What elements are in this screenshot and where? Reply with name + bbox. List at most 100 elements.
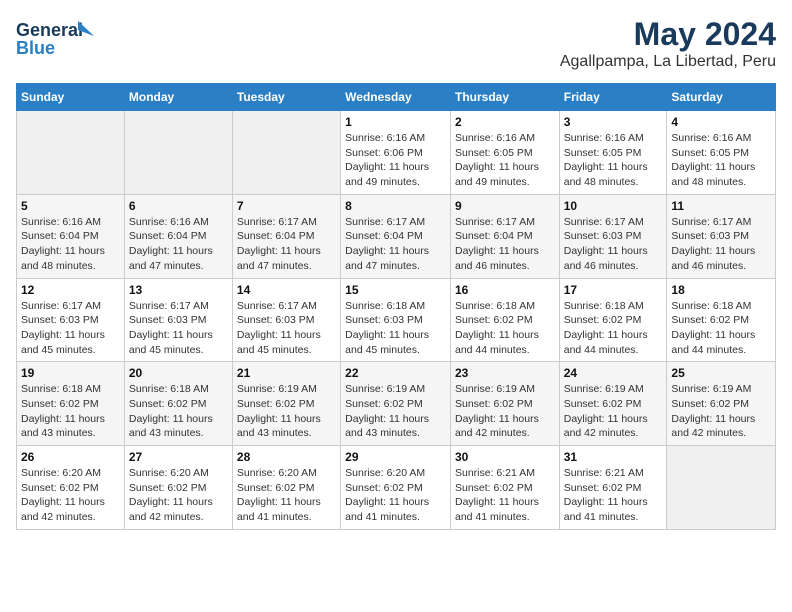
day-info: Sunrise: 6:16 AM Sunset: 6:05 PM Dayligh…: [564, 131, 663, 190]
calendar-cell: 1 Sunrise: 6:16 AM Sunset: 6:06 PM Daylig…: [341, 111, 451, 195]
day-info: Sunrise: 6:19 AM Sunset: 6:02 PM Dayligh…: [237, 382, 336, 441]
weekday-header-monday: Monday: [124, 84, 232, 111]
calendar-cell: 9 Sunrise: 6:17 AM Sunset: 6:04 PM Daylig…: [450, 194, 559, 278]
calendar-cell: 16 Sunrise: 6:18 AM Sunset: 6:02 PM Dayli…: [450, 278, 559, 362]
day-info: Sunrise: 6:16 AM Sunset: 6:06 PM Dayligh…: [345, 131, 446, 190]
logo-svg: GeneralBlue: [16, 16, 96, 60]
calendar-cell: 3 Sunrise: 6:16 AM Sunset: 6:05 PM Daylig…: [559, 111, 667, 195]
day-info: Sunrise: 6:18 AM Sunset: 6:02 PM Dayligh…: [671, 299, 771, 358]
calendar-cell: 17 Sunrise: 6:18 AM Sunset: 6:02 PM Dayli…: [559, 278, 667, 362]
day-info: Sunrise: 6:17 AM Sunset: 6:03 PM Dayligh…: [564, 215, 663, 274]
calendar-cell: 23Sunrise: 6:19 AM Sunset: 6:02 PM Dayli…: [450, 362, 559, 446]
day-info: Sunrise: 6:18 AM Sunset: 6:02 PM Dayligh…: [21, 382, 120, 441]
day-number: 10: [564, 199, 663, 213]
calendar-cell: 5Sunrise: 6:16 AM Sunset: 6:04 PM Daylig…: [17, 194, 125, 278]
calendar-cell: 8Sunrise: 6:17 AM Sunset: 6:04 PM Daylig…: [341, 194, 451, 278]
svg-text:General: General: [16, 20, 83, 40]
day-number: 12: [21, 283, 120, 297]
calendar-cell: [124, 111, 232, 195]
day-info: Sunrise: 6:18 AM Sunset: 6:02 PM Dayligh…: [455, 299, 555, 358]
day-number: 16: [455, 283, 555, 297]
weekday-header-saturday: Saturday: [667, 84, 776, 111]
title-block: May 2024 Agallpampa, La Libertad, Peru: [560, 16, 776, 71]
day-info: Sunrise: 6:17 AM Sunset: 6:04 PM Dayligh…: [237, 215, 336, 274]
day-number: 17: [564, 283, 663, 297]
calendar-cell: 30Sunrise: 6:21 AM Sunset: 6:02 PM Dayli…: [450, 446, 559, 530]
day-number: 13: [129, 283, 228, 297]
day-info: Sunrise: 6:17 AM Sunset: 6:04 PM Dayligh…: [455, 215, 555, 274]
day-info: Sunrise: 6:19 AM Sunset: 6:02 PM Dayligh…: [564, 382, 663, 441]
day-number: 7: [237, 199, 336, 213]
day-number: 2: [455, 115, 555, 129]
calendar-week-row: 5Sunrise: 6:16 AM Sunset: 6:04 PM Daylig…: [17, 194, 776, 278]
day-info: Sunrise: 6:19 AM Sunset: 6:02 PM Dayligh…: [345, 382, 446, 441]
calendar-cell: 27Sunrise: 6:20 AM Sunset: 6:02 PM Dayli…: [124, 446, 232, 530]
day-info: Sunrise: 6:20 AM Sunset: 6:02 PM Dayligh…: [21, 466, 120, 525]
day-info: Sunrise: 6:18 AM Sunset: 6:03 PM Dayligh…: [345, 299, 446, 358]
calendar-cell: [17, 111, 125, 195]
day-info: Sunrise: 6:20 AM Sunset: 6:02 PM Dayligh…: [345, 466, 446, 525]
location-title: Agallpampa, La Libertad, Peru: [560, 53, 776, 71]
day-info: Sunrise: 6:19 AM Sunset: 6:02 PM Dayligh…: [455, 382, 555, 441]
day-number: 24: [564, 366, 663, 380]
day-number: 25: [671, 366, 771, 380]
day-number: 31: [564, 450, 663, 464]
calendar-cell: 6Sunrise: 6:16 AM Sunset: 6:04 PM Daylig…: [124, 194, 232, 278]
calendar-week-row: 12 Sunrise: 6:17 AM Sunset: 6:03 PM Dayli…: [17, 278, 776, 362]
day-number: 28: [237, 450, 336, 464]
day-number: 1: [345, 115, 446, 129]
day-number: 11: [671, 199, 771, 213]
calendar-cell: 15 Sunrise: 6:18 AM Sunset: 6:03 PM Dayli…: [341, 278, 451, 362]
calendar-cell: 14 Sunrise: 6:17 AM Sunset: 6:03 PM Dayli…: [232, 278, 340, 362]
day-number: 19: [21, 366, 120, 380]
page-header: GeneralBlue May 2024 Agallpampa, La Libe…: [16, 16, 776, 71]
calendar-cell: [667, 446, 776, 530]
day-info: Sunrise: 6:16 AM Sunset: 6:05 PM Dayligh…: [455, 131, 555, 190]
day-number: 15: [345, 283, 446, 297]
day-number: 30: [455, 450, 555, 464]
calendar-cell: 12 Sunrise: 6:17 AM Sunset: 6:03 PM Dayli…: [17, 278, 125, 362]
day-info: Sunrise: 6:16 AM Sunset: 6:04 PM Dayligh…: [21, 215, 120, 274]
day-info: Sunrise: 6:21 AM Sunset: 6:02 PM Dayligh…: [564, 466, 663, 525]
day-info: Sunrise: 6:20 AM Sunset: 6:02 PM Dayligh…: [237, 466, 336, 525]
calendar-table: SundayMondayTuesdayWednesdayThursdayFrid…: [16, 83, 776, 530]
svg-text:Blue: Blue: [16, 38, 55, 58]
logo: GeneralBlue: [16, 16, 96, 60]
calendar-cell: 28 Sunrise: 6:20 AM Sunset: 6:02 PM Dayli…: [232, 446, 340, 530]
calendar-cell: 11 Sunrise: 6:17 AM Sunset: 6:03 PM Dayli…: [667, 194, 776, 278]
calendar-cell: 29Sunrise: 6:20 AM Sunset: 6:02 PM Dayli…: [341, 446, 451, 530]
weekday-header-thursday: Thursday: [450, 84, 559, 111]
calendar-cell: 31 Sunrise: 6:21 AM Sunset: 6:02 PM Dayli…: [559, 446, 667, 530]
day-number: 9: [455, 199, 555, 213]
calendar-cell: 18 Sunrise: 6:18 AM Sunset: 6:02 PM Dayli…: [667, 278, 776, 362]
calendar-week-row: 19 Sunrise: 6:18 AM Sunset: 6:02 PM Dayli…: [17, 362, 776, 446]
calendar-cell: 22 Sunrise: 6:19 AM Sunset: 6:02 PM Dayli…: [341, 362, 451, 446]
calendar-cell: 4Sunrise: 6:16 AM Sunset: 6:05 PM Daylig…: [667, 111, 776, 195]
calendar-cell: 24 Sunrise: 6:19 AM Sunset: 6:02 PM Dayli…: [559, 362, 667, 446]
weekday-header-sunday: Sunday: [17, 84, 125, 111]
calendar-cell: 10 Sunrise: 6:17 AM Sunset: 6:03 PM Dayli…: [559, 194, 667, 278]
day-info: Sunrise: 6:16 AM Sunset: 6:05 PM Dayligh…: [671, 131, 771, 190]
calendar-week-row: 1 Sunrise: 6:16 AM Sunset: 6:06 PM Daylig…: [17, 111, 776, 195]
day-info: Sunrise: 6:17 AM Sunset: 6:03 PM Dayligh…: [237, 299, 336, 358]
day-number: 21: [237, 366, 336, 380]
day-number: 20: [129, 366, 228, 380]
calendar-cell: 2 Sunrise: 6:16 AM Sunset: 6:05 PM Daylig…: [450, 111, 559, 195]
calendar-cell: 13Sunrise: 6:17 AM Sunset: 6:03 PM Dayli…: [124, 278, 232, 362]
day-info: Sunrise: 6:19 AM Sunset: 6:02 PM Dayligh…: [671, 382, 771, 441]
calendar-cell: 7 Sunrise: 6:17 AM Sunset: 6:04 PM Daylig…: [232, 194, 340, 278]
day-info: Sunrise: 6:17 AM Sunset: 6:03 PM Dayligh…: [671, 215, 771, 274]
day-number: 14: [237, 283, 336, 297]
day-number: 27: [129, 450, 228, 464]
day-info: Sunrise: 6:17 AM Sunset: 6:03 PM Dayligh…: [21, 299, 120, 358]
calendar-cell: 21 Sunrise: 6:19 AM Sunset: 6:02 PM Dayli…: [232, 362, 340, 446]
day-number: 8: [345, 199, 446, 213]
day-number: 26: [21, 450, 120, 464]
calendar-cell: 26 Sunrise: 6:20 AM Sunset: 6:02 PM Dayli…: [17, 446, 125, 530]
day-number: 18: [671, 283, 771, 297]
day-info: Sunrise: 6:18 AM Sunset: 6:02 PM Dayligh…: [129, 382, 228, 441]
day-info: Sunrise: 6:18 AM Sunset: 6:02 PM Dayligh…: [564, 299, 663, 358]
day-number: 22: [345, 366, 446, 380]
day-number: 3: [564, 115, 663, 129]
weekday-header-friday: Friday: [559, 84, 667, 111]
